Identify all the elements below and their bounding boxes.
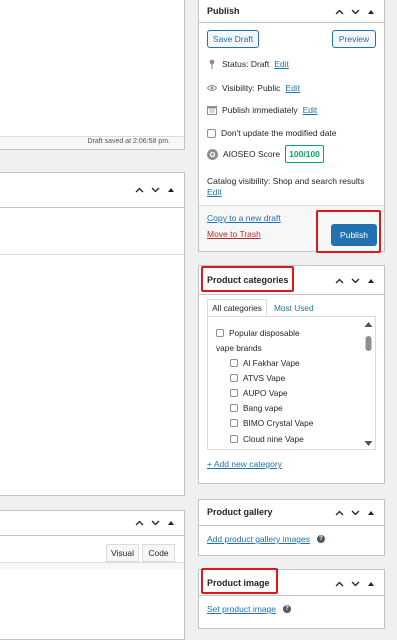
schedule-row: Publish immediately Edit (207, 105, 317, 115)
visibility-edit-link[interactable]: Edit (285, 83, 300, 93)
move-down-icon[interactable] (350, 276, 360, 286)
aioseo-icon (207, 148, 218, 160)
visibility-row: Visibility: Public Edit (207, 83, 300, 93)
toggle-panel-icon[interactable] (366, 508, 376, 518)
product-categories-box: Product categories All categories Most U… (198, 265, 385, 484)
help-icon[interactable]: ? (317, 535, 326, 543)
category-parent-line2: vape brands (216, 343, 262, 353)
aioseo-score-badge[interactable]: 100/100 (285, 145, 324, 163)
category-checkbox[interactable] (230, 404, 238, 412)
pin-icon (207, 59, 217, 69)
category-item-label: Al Fakhar Vape (243, 358, 300, 368)
move-up-icon[interactable] (334, 7, 344, 17)
category-item-label: AUPO Vape (243, 388, 288, 398)
calendar-icon (207, 105, 217, 115)
editor-tab-visual[interactable]: Visual (106, 544, 139, 562)
category-item: BIMO Crystal Vape (230, 418, 313, 428)
dont-update-checkbox[interactable] (207, 128, 216, 138)
move-up-icon[interactable] (134, 185, 144, 195)
highlight-categories-title (201, 266, 294, 292)
status-row: Status: Draft Edit (207, 59, 289, 69)
toggle-panel-icon[interactable] (366, 7, 376, 17)
move-up-icon[interactable] (134, 518, 144, 528)
aioseo-label: AIOSEO Score (223, 149, 281, 159)
status-label: Status: Draft (222, 59, 270, 69)
category-checkbox[interactable] (230, 374, 238, 382)
highlight-image-title (201, 568, 278, 594)
metabox-header (0, 173, 184, 208)
publish-title: Publish (207, 6, 240, 16)
category-checkbox[interactable] (216, 329, 224, 337)
metabox-header (0, 511, 184, 536)
move-up-icon[interactable] (334, 508, 344, 518)
category-checklist: Popular disposable vape brands Al Fakhar… (207, 316, 376, 450)
toggle-panel-icon[interactable] (166, 518, 176, 528)
category-item-label: BIMO Crystal Vape (243, 418, 314, 428)
copy-draft-link[interactable]: Copy to a new draft (207, 213, 281, 223)
aioseo-row: AIOSEO Score 100/100 (207, 145, 324, 163)
editor-tab-code[interactable]: Code (142, 544, 175, 562)
category-item: AUPO Vape (230, 388, 288, 398)
save-draft-button[interactable]: Save Draft (207, 30, 259, 48)
metabox-subrow (0, 208, 184, 255)
move-up-icon[interactable] (334, 579, 344, 589)
toggle-panel-icon[interactable] (366, 276, 376, 286)
category-item: ATVS Vape (230, 373, 285, 383)
category-item: Al Fakhar Vape (230, 358, 300, 368)
move-down-icon[interactable] (350, 508, 360, 518)
gallery-header: Product gallery (199, 500, 384, 526)
left-metabox-bottom: Visual Code (0, 510, 185, 640)
editor-toolbar (0, 562, 184, 569)
draft-saved-text: Draft saved at 2:06:58 pm. (87, 138, 171, 145)
move-down-icon[interactable] (350, 579, 360, 589)
preview-button[interactable]: Preview (332, 30, 376, 48)
category-item: Bang vape (230, 403, 283, 413)
category-parent-line1: Popular disposable (229, 328, 300, 338)
category-scrollbar[interactable] (364, 320, 373, 448)
image-row: Set product image ? (207, 604, 291, 614)
tab-most-used[interactable]: Most Used (274, 303, 314, 313)
move-down-icon[interactable] (150, 185, 160, 195)
move-down-icon[interactable] (150, 518, 160, 528)
catalog-edit-link[interactable]: Edit (207, 187, 222, 197)
highlight-publish-button (316, 210, 381, 253)
schedule-edit-link[interactable]: Edit (303, 105, 318, 115)
catalog-label: Catalog visibility: Shop and search resu… (207, 176, 365, 186)
add-new-category-link[interactable]: + Add new category (207, 459, 282, 469)
category-item-label: Bang vape (243, 403, 283, 413)
trash-link[interactable]: Move to Trash (207, 229, 261, 239)
editor-area[interactable] (0, 0, 184, 137)
toggle-panel-icon[interactable] (366, 579, 376, 589)
category-checkbox[interactable] (230, 359, 238, 367)
dont-update-label: Don't update the modified date (221, 128, 337, 138)
category-parent-item: Popular disposable (216, 328, 300, 338)
toggle-panel-icon[interactable] (166, 185, 176, 195)
gallery-row: Add product gallery images ? (207, 534, 326, 544)
dont-update-row: Don't update the modified date (207, 128, 337, 138)
left-metabox-middle (0, 172, 185, 496)
category-item: Cloud nine Vape (230, 434, 304, 444)
help-icon[interactable]: ? (282, 605, 291, 613)
category-checkbox[interactable] (230, 389, 238, 397)
schedule-label: Publish immediately (222, 105, 298, 115)
move-up-icon[interactable] (334, 276, 344, 286)
product-gallery-box: Product gallery Add product gallery imag… (198, 499, 385, 556)
content-editor-box: Draft saved at 2:06:58 pm. (0, 0, 185, 150)
eye-icon (207, 83, 217, 93)
status-edit-link[interactable]: Edit (274, 59, 289, 69)
gallery-title: Product gallery (207, 507, 273, 517)
editor-status-bar: Draft saved at 2:06:58 pm. (0, 136, 184, 149)
add-gallery-images-link[interactable]: Add product gallery images (207, 534, 310, 544)
tab-all-label: All categories (212, 303, 262, 313)
set-product-image-link[interactable]: Set product image (207, 604, 276, 614)
tab-all-categories[interactable]: All categories (207, 299, 267, 316)
publish-header: Publish (199, 0, 384, 23)
category-checkbox[interactable] (230, 435, 238, 443)
move-down-icon[interactable] (350, 7, 360, 17)
category-item-label: Cloud nine Vape (243, 434, 304, 444)
visibility-label: Visibility: Public (222, 83, 281, 93)
category-item-label: ATVS Vape (243, 373, 286, 383)
category-checkbox[interactable] (230, 419, 238, 427)
